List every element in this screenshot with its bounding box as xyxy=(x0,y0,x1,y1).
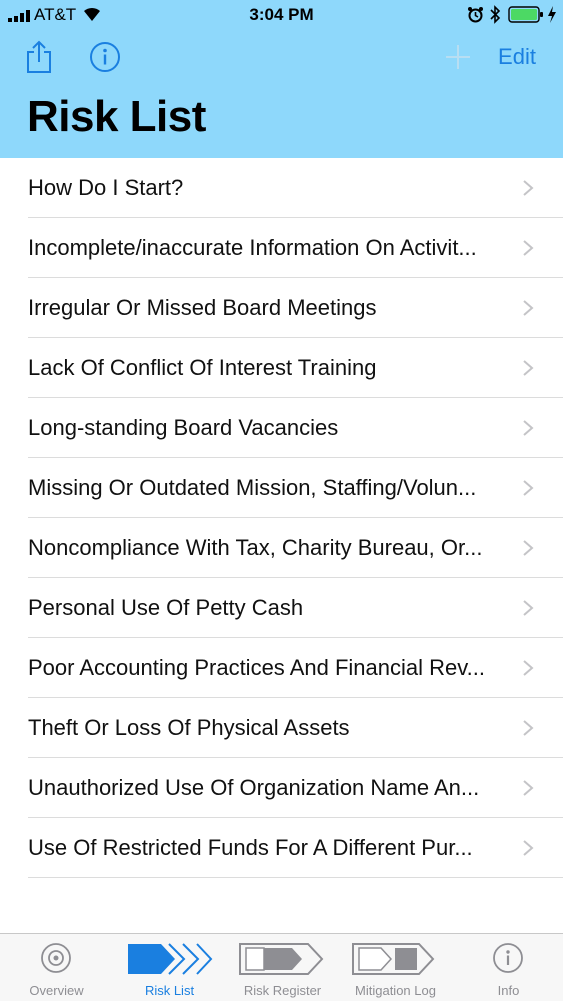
share-button[interactable] xyxy=(24,40,54,74)
chevron-right-icon xyxy=(523,240,534,256)
tab-overview[interactable]: Overview xyxy=(0,934,113,1001)
target-icon xyxy=(41,943,71,973)
list-item[interactable]: Incomplete/inaccurate Information On Act… xyxy=(0,218,563,278)
tab-label: Risk List xyxy=(144,983,195,998)
tab-risk-register[interactable]: Risk Register xyxy=(226,934,339,1001)
list-item[interactable]: Poor Accounting Practices And Financial … xyxy=(0,638,563,698)
charging-icon xyxy=(548,6,556,23)
list-item[interactable]: Unauthorized Use Of Organization Name An… xyxy=(0,758,563,818)
chevron-right-icon xyxy=(523,420,534,436)
list-item-label: Unauthorized Use Of Organization Name An… xyxy=(28,775,480,800)
add-button[interactable] xyxy=(444,43,472,71)
status-bar: AT&T 3:04 PM xyxy=(0,0,563,30)
chevron-right-icon xyxy=(523,360,534,376)
bluetooth-icon xyxy=(490,5,501,24)
page-title: Risk List xyxy=(27,92,206,141)
chevron-right-icon xyxy=(523,480,534,496)
list-item-label: Lack Of Conflict Of Interest Training xyxy=(28,355,377,380)
tab-label: Info xyxy=(497,983,520,998)
tab-label: Overview xyxy=(29,983,84,998)
list-item-label: Long-standing Board Vacancies xyxy=(28,415,339,440)
chevron-right-icon xyxy=(523,840,534,856)
list-item[interactable]: How Do I Start? xyxy=(0,158,563,218)
chevron-right-icon xyxy=(523,660,534,676)
info-icon xyxy=(493,943,523,973)
chevron-right-icon xyxy=(523,300,534,316)
list-item-label: Incomplete/inaccurate Information On Act… xyxy=(28,235,477,260)
navigation-header: AT&T 3:04 PM Edit Risk List xyxy=(0,0,563,158)
list-item-label: Use Of Restricted Funds For A Different … xyxy=(28,835,473,860)
chevron-right-icon xyxy=(523,600,534,616)
register-icon xyxy=(239,943,324,975)
list-item[interactable]: Theft Or Loss Of Physical Assets xyxy=(0,698,563,758)
list-item-label: Noncompliance With Tax, Charity Bureau, … xyxy=(28,535,483,560)
list-item-label: Poor Accounting Practices And Financial … xyxy=(28,655,485,680)
info-icon xyxy=(90,42,120,72)
chevron-right-icon xyxy=(523,540,534,556)
share-icon xyxy=(27,40,51,73)
tab-bar: Overview Risk List Risk Register Mitigat… xyxy=(0,933,563,1001)
info-button[interactable] xyxy=(88,40,122,74)
chevrons-icon xyxy=(128,943,213,975)
list-item-label: Personal Use Of Petty Cash xyxy=(28,595,304,620)
list-item[interactable]: Irregular Or Missed Board Meetings xyxy=(0,278,563,338)
list-item-label: Irregular Or Missed Board Meetings xyxy=(28,295,377,320)
list-item-label: Missing Or Outdated Mission, Staffing/Vo… xyxy=(28,475,477,500)
tab-mitigation-log[interactable]: Mitigation Log xyxy=(339,934,452,1001)
risk-list: How Do I Start? Incomplete/inaccurate In… xyxy=(0,158,563,878)
chevron-right-icon xyxy=(523,180,534,196)
list-item[interactable]: Lack Of Conflict Of Interest Training xyxy=(0,338,563,398)
list-item[interactable]: Noncompliance With Tax, Charity Bureau, … xyxy=(0,518,563,578)
tab-label: Mitigation Log xyxy=(355,983,436,998)
list-item[interactable]: Use Of Restricted Funds For A Different … xyxy=(0,818,563,878)
alarm-icon xyxy=(468,7,483,23)
chevron-right-icon xyxy=(523,780,534,796)
list-item[interactable]: Missing Or Outdated Mission, Staffing/Vo… xyxy=(0,458,563,518)
tab-label: Risk Register xyxy=(243,983,322,998)
list-item-label: How Do I Start? xyxy=(28,175,184,200)
list-item[interactable]: Personal Use Of Petty Cash xyxy=(0,578,563,638)
battery-icon xyxy=(508,6,543,23)
log-icon xyxy=(352,943,435,975)
chevron-right-icon xyxy=(523,720,534,736)
list-item-label: Theft Or Loss Of Physical Assets xyxy=(28,715,350,740)
plus-icon xyxy=(446,45,470,69)
tab-info[interactable]: Info xyxy=(452,934,563,1001)
tab-risk-list[interactable]: Risk List xyxy=(113,934,226,1001)
list-item[interactable]: Long-standing Board Vacancies xyxy=(0,398,563,458)
edit-button[interactable]: Edit xyxy=(484,42,550,72)
